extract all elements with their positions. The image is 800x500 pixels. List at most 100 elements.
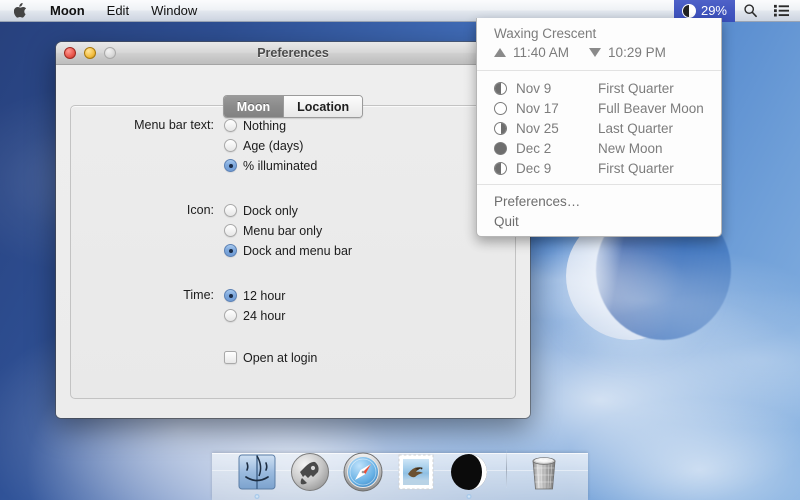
dropdown-actions: Preferences… Quit: [477, 188, 721, 231]
moon-first-quarter-icon: [494, 161, 507, 175]
radio-group-icon: Dock only Menu bar only Dock and menu ba…: [224, 202, 352, 259]
menu-bar-left: Moon Edit Window: [0, 0, 208, 22]
field-label-icon: Icon:: [186, 203, 214, 217]
tab-segmented-control: Moon Location: [222, 95, 364, 118]
launchpad-icon[interactable]: [288, 450, 332, 494]
radio-label: Age (days): [243, 138, 304, 153]
trash-icon[interactable]: [522, 450, 566, 494]
triangle-up-icon: [494, 48, 506, 57]
radio-label: Dock and menu bar: [243, 243, 353, 258]
minimize-button[interactable]: [84, 47, 96, 59]
menu-item-quit[interactable]: Quit: [477, 211, 721, 231]
menu-divider: [477, 184, 721, 185]
tab-moon[interactable]: Moon: [223, 96, 284, 117]
checkbox-icon[interactable]: [224, 351, 237, 364]
phase-name: Last Quarter: [598, 120, 674, 136]
apple-logo-icon[interactable]: [0, 0, 39, 22]
checkbox-label: Open at login: [243, 350, 318, 365]
close-button[interactable]: [64, 47, 76, 59]
phase-date: Nov 9: [516, 80, 552, 96]
window-traffic-lights: [64, 47, 116, 59]
moon-illumination-percent: 29%: [700, 3, 727, 18]
running-indicator: [466, 494, 471, 499]
field-label-menu-bar-text: Menu bar text:: [134, 118, 214, 132]
preferences-title-bar[interactable]: Preferences: [56, 42, 530, 65]
triangle-down-icon: [589, 48, 602, 57]
radio-label: 24 hour: [243, 308, 286, 323]
dock-items: [212, 444, 588, 499]
moonrise-time: 11:40 AM: [513, 45, 570, 60]
radio-option-age-days[interactable]: Age (days): [224, 137, 317, 154]
notification-center-button[interactable]: [766, 0, 800, 22]
phase-row[interactable]: Dec 9 First Quarter: [477, 158, 721, 178]
dropdown-header: Waxing Crescent 11:40 AM 10:29 PM: [477, 18, 721, 67]
upcoming-phases-list: Nov 9 First Quarter Nov 17 Full Beaver M…: [477, 74, 721, 181]
radio-group-menu-bar-text: Nothing Age (days) % illuminated: [224, 117, 317, 174]
phase-row[interactable]: Dec 2 New Moon: [477, 138, 721, 158]
radio-option-dock-and-menu-bar[interactable]: Dock and menu bar: [224, 242, 352, 259]
safari-icon[interactable]: [341, 450, 385, 494]
moon-status-dropdown-menu: Waxing Crescent 11:40 AM 10:29 PM Nov 9 …: [476, 18, 722, 237]
phase-date: Nov 25: [516, 120, 559, 136]
tab-location[interactable]: Location: [283, 96, 363, 117]
phase-date: Dec 2: [516, 140, 552, 156]
phase-name: New Moon: [598, 140, 663, 156]
zoom-button[interactable]: [104, 47, 116, 59]
radio-icon[interactable]: [224, 309, 237, 322]
radio-icon[interactable]: [224, 204, 237, 217]
menu-item-edit[interactable]: Edit: [96, 0, 140, 22]
field-label-time: Time:: [183, 288, 214, 302]
phase-row[interactable]: Nov 25 Last Quarter: [477, 118, 721, 138]
menu-item-moon[interactable]: Moon: [39, 0, 96, 22]
radio-label: Dock only: [243, 203, 298, 218]
phase-name: First Quarter: [598, 160, 674, 176]
preferences-body: Moon Location Menu bar text: Nothing Age…: [56, 65, 530, 418]
phase-name: Full Beaver Moon: [598, 100, 704, 116]
running-indicator: [254, 494, 259, 499]
radio-option-nothing[interactable]: Nothing: [224, 117, 317, 134]
field-open-at-login: Open at login: [56, 349, 530, 366]
radio-option-dock-only[interactable]: Dock only: [224, 202, 352, 219]
moon-new-icon: [494, 141, 507, 155]
radio-option-24-hour[interactable]: 24 hour: [224, 307, 285, 324]
mail-icon[interactable]: [394, 450, 438, 494]
moonset-time: 10:29 PM: [608, 45, 666, 60]
field-menu-bar-text: Menu bar text: Nothing Age (days) % illu…: [56, 117, 530, 174]
preferences-window[interactable]: Preferences Moon Location Menu bar text:: [56, 42, 530, 418]
radio-label: Menu bar only: [243, 223, 323, 238]
radio-label: Nothing: [243, 118, 287, 133]
notification-center-icon: [774, 4, 789, 17]
menu-item-preferences[interactable]: Preferences…: [477, 191, 721, 211]
search-icon: [744, 4, 757, 18]
dock-separator: [505, 450, 507, 488]
finder-icon[interactable]: [235, 450, 279, 499]
window-title: Preferences: [257, 46, 329, 60]
preferences-form: Menu bar text: Nothing Age (days) % illu…: [56, 117, 530, 368]
moon-app-icon[interactable]: [447, 450, 491, 499]
spotlight-search-button[interactable]: [735, 0, 766, 22]
radio-group-time: 12 hour 24 hour: [224, 287, 285, 324]
tab-bar: Moon Location: [56, 95, 530, 118]
menu-divider: [477, 70, 721, 71]
checkbox-option-open-at-login[interactable]: Open at login: [224, 349, 317, 366]
phase-name: First Quarter: [598, 80, 674, 96]
field-label-spacer: [56, 349, 224, 366]
radio-icon[interactable]: [224, 119, 237, 132]
moon-phase-icon: [681, 3, 696, 18]
field-icon: Icon: Dock only Menu bar only Dock and m…: [56, 202, 530, 259]
radio-option-percent-illuminated[interactable]: % illuminated: [224, 157, 317, 174]
radio-option-12-hour[interactable]: 12 hour: [224, 287, 285, 304]
radio-option-menu-bar-only[interactable]: Menu bar only: [224, 222, 352, 239]
field-time: Time: 12 hour 24 hour: [56, 287, 530, 324]
phase-date: Dec 9: [516, 160, 552, 176]
moon-first-quarter-icon: [494, 81, 507, 95]
checkbox-group-open-at-login: Open at login: [224, 349, 317, 366]
radio-icon[interactable]: [224, 139, 237, 152]
radio-icon-selected[interactable]: [224, 244, 237, 257]
radio-icon-selected[interactable]: [224, 159, 237, 172]
radio-label: % illuminated: [243, 158, 318, 173]
menu-item-window[interactable]: Window: [140, 0, 208, 22]
radio-icon[interactable]: [224, 224, 237, 237]
current-phase-name: Waxing Crescent: [494, 26, 597, 41]
radio-icon-selected[interactable]: [224, 289, 237, 302]
